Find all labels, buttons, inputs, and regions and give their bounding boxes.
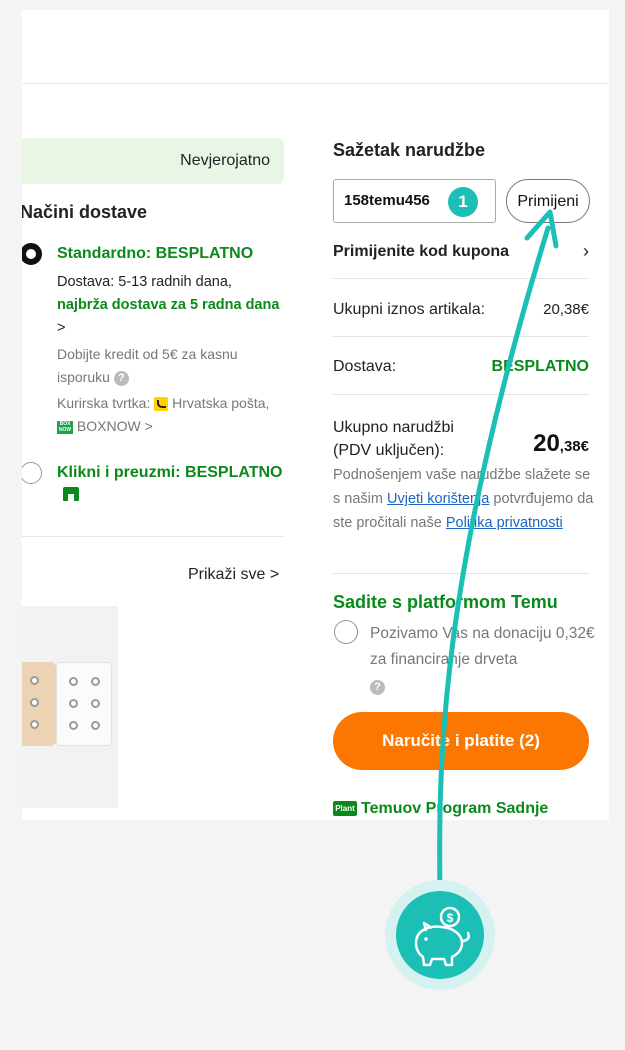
donation-text-label: Pozivamo Vas na donaciju 0,32€ za financ…: [370, 625, 595, 668]
show-all-link[interactable]: Prikaži sve >: [188, 566, 279, 584]
courier-name-boxnow: BOXNOW: [76, 418, 141, 434]
donation-checkbox[interactable]: [334, 620, 358, 644]
question-icon[interactable]: ?: [113, 370, 129, 386]
courier-label: Kurirska tvrtka:: [57, 395, 151, 411]
delivery-time-text: Dostava: 5-13 radnih dana,: [57, 274, 232, 290]
piggy-bank-icon: $: [396, 891, 484, 979]
items-total-label: Ukupni iznos artikala:: [333, 301, 486, 318]
divider: [333, 394, 589, 395]
late-credit-text: Dobijte kredit od 5€ za kasnu isporuku ?: [57, 343, 287, 389]
bra-extender-beige: [22, 662, 56, 746]
courier-name-posta: Hrvatska pošta,: [172, 395, 270, 411]
boxnow-logo-icon: BOX NOW: [57, 420, 73, 434]
divider: [333, 573, 589, 574]
items-total-value: 20,38€: [543, 301, 589, 318]
late-credit-label: Dobijte kredit od 5€ za kasnu isporuku: [57, 346, 238, 385]
coupon-input-value: 158temu456: [344, 192, 430, 209]
plant-program-link[interactable]: Plant Temuov Program Sadnje: [333, 800, 548, 818]
chevron-right-icon: >: [57, 320, 66, 336]
privacy-link[interactable]: Politika privatnosti: [446, 515, 563, 531]
plant-title: Sadite s platformom Temu: [333, 592, 558, 612]
bra-extender-white: [56, 662, 112, 746]
coupon-input[interactable]: 158temu456 1: [333, 179, 496, 223]
order-total-dec: ,38€: [559, 438, 589, 455]
plant-icon: Plant: [333, 801, 357, 816]
show-all-label: Prikaži sve: [188, 566, 266, 583]
coupon-link[interactable]: Primijenite kod kupona: [333, 243, 509, 261]
chevron-right-icon: >: [269, 566, 280, 583]
shipping-label: Dostava:: [333, 358, 397, 375]
donation-text: Pozivamo Vas na donaciju 0,32€ za financ…: [370, 621, 602, 699]
plant-program-label: Temuov Program Sadnje: [361, 800, 549, 817]
order-total-label-line1: Ukupno narudžbi: [333, 419, 454, 436]
legal-text: Podnošenjem vaše narudžbe slažete se s n…: [333, 463, 595, 535]
top-bar: [22, 10, 609, 84]
shipping-value: BESPLATNO: [491, 358, 589, 375]
shipping-methods-title: Načini dostave: [22, 202, 148, 222]
fastest-delivery-link[interactable]: najbrža dostava za 5 radna dana >: [57, 294, 287, 340]
pickup-radio[interactable]: [22, 462, 42, 484]
standard-shipping-title: Standardno: BESPLATNO: [57, 245, 254, 262]
promo-banner-text: Nevjerojatno: [180, 152, 270, 169]
chevron-right-icon[interactable]: ›: [583, 241, 589, 262]
standard-shipping-details: Dostava: 5-13 radnih dana, najbrža dosta…: [57, 271, 287, 438]
order-total-label-line2: (PDV uključen):: [333, 442, 445, 459]
divider: [333, 336, 589, 337]
standard-shipping-radio[interactable]: [22, 243, 42, 265]
fastest-delivery-text: najbrža dostava za 5 radna dana: [57, 297, 280, 313]
order-total-label: Ukupno narudžbi (PDV uključen):: [333, 416, 454, 462]
step-badge: 1: [448, 187, 478, 217]
divider: [333, 278, 589, 279]
apply-coupon-button[interactable]: Primijeni: [506, 179, 590, 223]
place-order-button[interactable]: Naručite i platite (2): [333, 712, 589, 770]
order-summary-title: Sažetak narudžbe: [333, 140, 486, 160]
piggy-bank-badge: $: [385, 880, 495, 990]
order-total-int: 20: [533, 430, 560, 457]
checkout-card: Nevjerojatno Načini dostave Standardno: …: [22, 10, 609, 820]
courier-info: Kurirska tvrtka: Hrvatska pošta, BOX NOW…: [57, 392, 287, 438]
product-thumbnail[interactable]: [22, 606, 118, 808]
promo-banner: Nevjerojatno: [22, 138, 284, 184]
store-icon: [63, 487, 79, 501]
question-icon[interactable]: ?: [370, 680, 385, 696]
chevron-right-icon: >: [144, 418, 153, 434]
pickup-title: Klikni i preuzmi: BESPLATNO: [57, 464, 283, 481]
divider: [22, 536, 284, 537]
terms-link[interactable]: Uvjeti korištenja: [387, 491, 489, 507]
svg-text:$: $: [447, 911, 454, 925]
hrvatska-posta-logo-icon: [154, 397, 169, 412]
order-total-value: 20,38€: [533, 430, 589, 458]
